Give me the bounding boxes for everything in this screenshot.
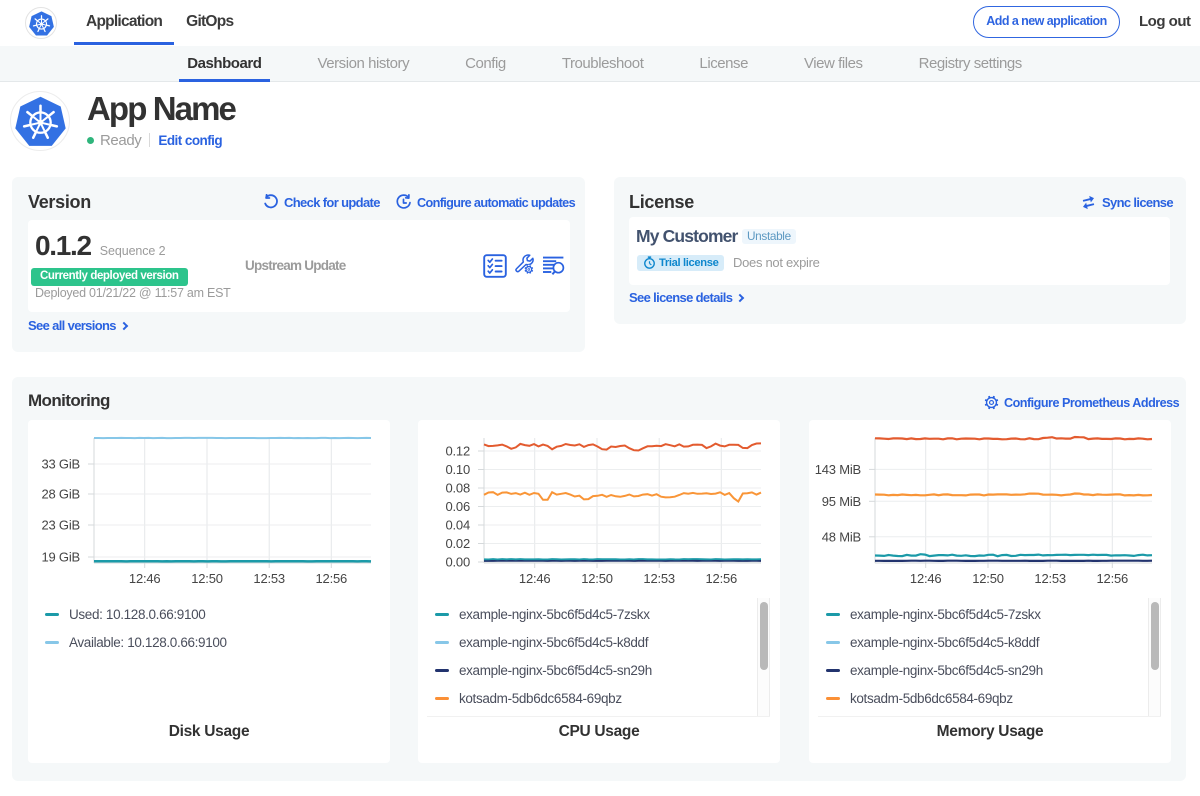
svg-text:28 GiB: 28 GiB — [41, 487, 80, 502]
svg-text:12:53: 12:53 — [643, 571, 675, 586]
svg-text:12:56: 12:56 — [316, 571, 348, 586]
svg-text:0.00: 0.00 — [445, 555, 470, 570]
svg-text:0.10: 0.10 — [445, 462, 470, 477]
svg-text:0.04: 0.04 — [445, 518, 470, 533]
svg-text:143 MiB: 143 MiB — [815, 462, 861, 477]
svg-text:12:50: 12:50 — [191, 571, 223, 586]
svg-text:12:50: 12:50 — [972, 571, 1004, 586]
svg-text:12:46: 12:46 — [129, 571, 161, 586]
svg-text:12:46: 12:46 — [910, 571, 942, 586]
svg-text:48 MiB: 48 MiB — [822, 529, 861, 544]
svg-text:0.06: 0.06 — [445, 499, 470, 514]
svg-text:12:50: 12:50 — [581, 571, 613, 586]
svg-text:33 GiB: 33 GiB — [41, 457, 80, 472]
svg-text:23 GiB: 23 GiB — [41, 518, 80, 533]
svg-text:12:53: 12:53 — [1034, 571, 1066, 586]
svg-text:19 GiB: 19 GiB — [41, 550, 80, 565]
svg-text:0.12: 0.12 — [445, 444, 470, 459]
svg-text:12:53: 12:53 — [253, 571, 285, 586]
svg-text:0.08: 0.08 — [445, 481, 470, 496]
svg-text:12:56: 12:56 — [1097, 571, 1129, 586]
svg-text:95 MiB: 95 MiB — [822, 494, 861, 509]
svg-text:12:46: 12:46 — [519, 571, 551, 586]
svg-text:12:56: 12:56 — [706, 571, 738, 586]
svg-text:0.02: 0.02 — [445, 536, 470, 551]
